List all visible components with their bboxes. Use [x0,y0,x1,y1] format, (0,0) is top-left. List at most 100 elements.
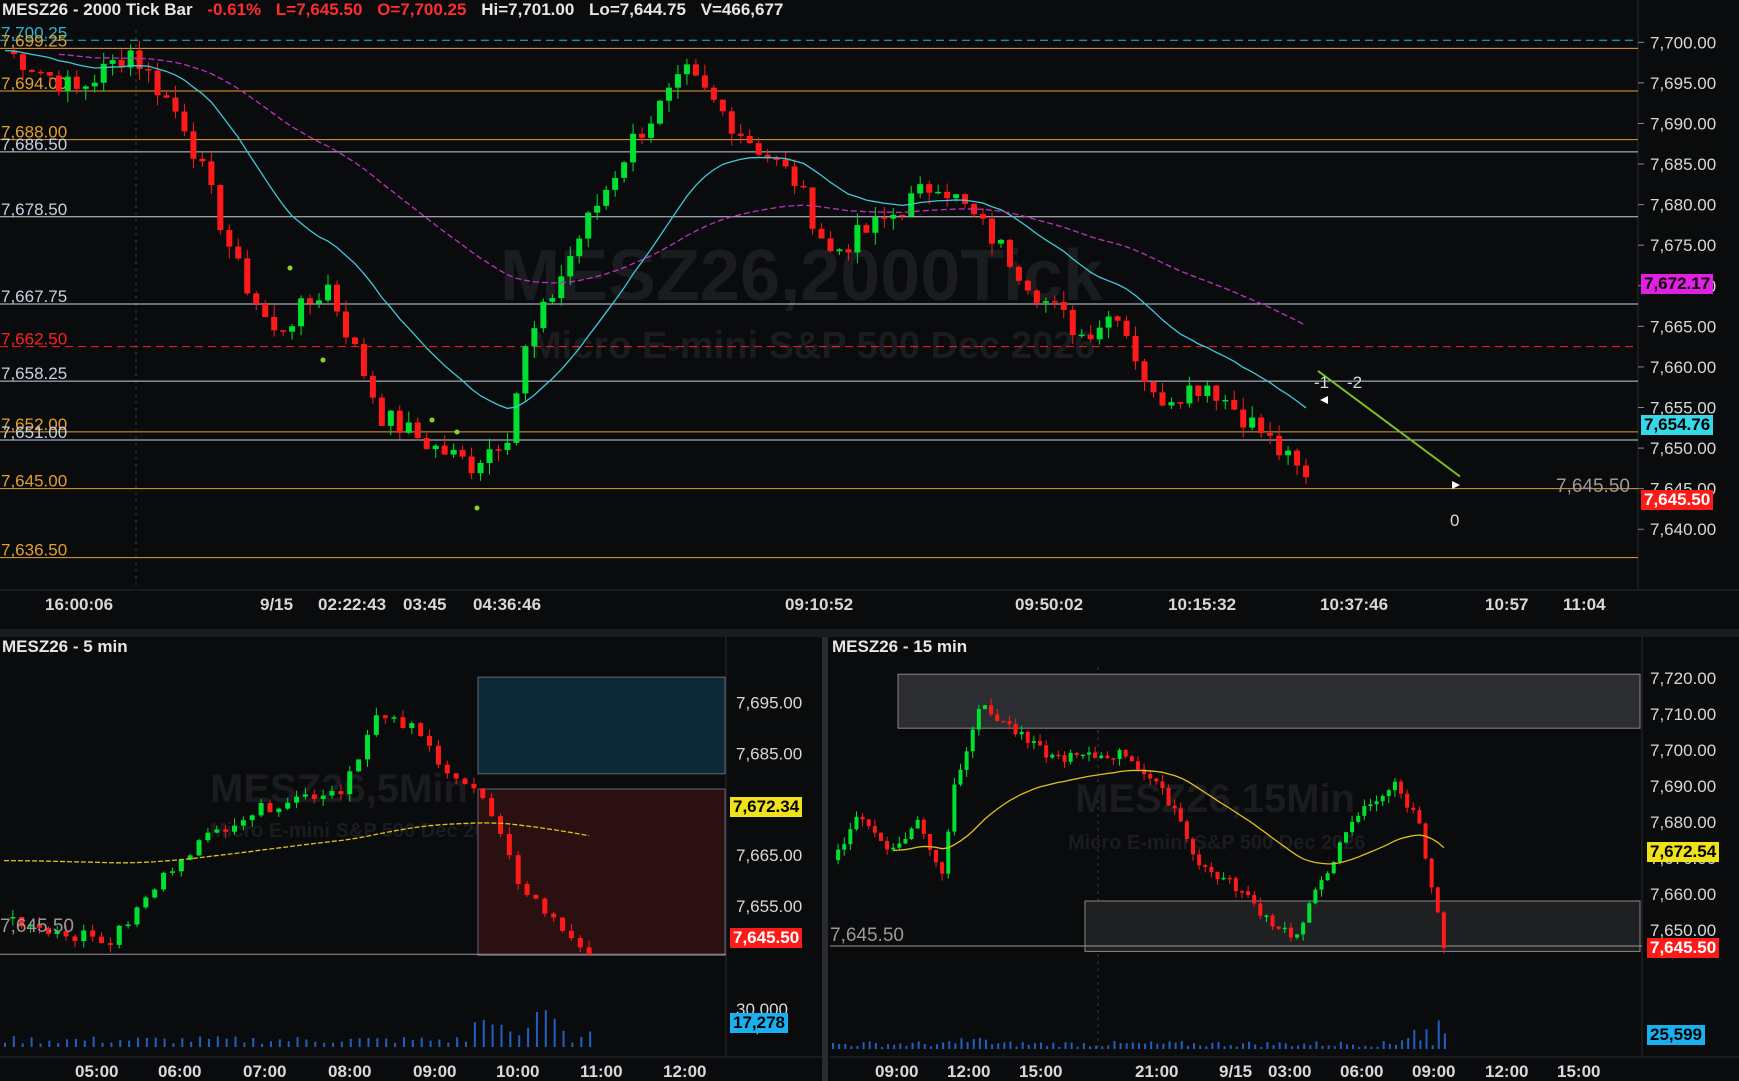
horizontal-divider[interactable] [0,629,1739,637]
five-min-watermark: MESZ26,5Min [210,767,468,811]
fifteen-min-volume-bar [1394,1044,1397,1049]
main-candle [432,445,439,450]
five-min-volume-bar [589,1031,592,1047]
fifteen-min-candle [1135,761,1140,770]
main-candle [172,97,179,112]
fifteen-min-volume-bar [911,1042,914,1049]
main-candle [657,100,663,124]
fifteen-min-volume-bar [1125,1043,1128,1049]
fifteen-min-candle [1258,903,1263,916]
five-min-volume-bar [562,1030,565,1047]
main-candle [1105,316,1112,328]
main-candle [926,184,933,193]
fifteen-min-candle [1031,741,1036,743]
main-candle [1186,385,1193,404]
fifteen-min-volume-bar [1052,1042,1055,1049]
five-min-candle [267,803,273,813]
five-min-volume-bar [66,1039,69,1047]
main-chart-canvas[interactable]: MESZ26,2000TickMicro E-mini S&P 500 Dec … [0,0,1739,612]
fifteen-min-volume-bar [1419,1040,1422,1049]
fifteen-min-volume-bar [1101,1046,1104,1049]
main-candle [719,99,726,112]
fifteen-min-volume-bar [1131,1042,1134,1049]
five-min-volume-bar [252,1037,255,1047]
main-candle [64,76,71,92]
fifteen-min-volume-bar [1358,1046,1361,1049]
five-min-volume-bar [429,1040,432,1047]
five-min-volume-bar [136,1037,139,1047]
five-min-candle [205,832,211,841]
five-min-time-label: 05:00 [75,1062,118,1081]
fifteen-min-volume-bar [1082,1043,1085,1049]
five-min-candle [524,884,530,895]
fifteen-min-chart-canvas[interactable]: MESZ26,15MinMicro E-mini S&P 500 Dec 202… [830,637,1739,1081]
fifteen-min-chart-panel[interactable]: MESZ26,15Min Micro E-mini S&P 500 Dec 202… [830,637,1739,1081]
fifteen-min-volume-bar [954,1043,957,1049]
fifteen-min-candle [1117,749,1122,759]
fifteen-min-volume-bar [905,1045,908,1049]
main-candle [1114,316,1121,321]
fifteen-min-candle [1301,922,1306,935]
main-candle [477,462,484,474]
main-candle [854,225,861,253]
price-axis-label: 7,650.00 [1650,439,1716,458]
fifteen-min-volume-bar [1033,1043,1036,1049]
main-volume: V=466,677 [700,0,784,19]
panel-divider[interactable] [822,637,828,1081]
fifteen-min-watermark-sub: Micro E-mini S&P 500 Dec 2026 [1068,832,1366,854]
fifteen-min-candle [1368,804,1373,807]
five-min-volume-bar [243,1042,246,1047]
five-min-chart-panel[interactable]: MESZ26,5Min Micro E-mini S&P 500 Dec 2026… [0,637,822,1081]
main-candle [1024,280,1031,291]
five-min-candle [249,815,255,821]
fifteen-min-volume-bar [1021,1042,1024,1049]
main-candle [28,69,35,72]
main-candle [944,191,951,199]
fifteen-min-time-label: 06:00 [1340,1062,1383,1081]
main-chart-panel[interactable]: MESZ26,2000Tick Micro E-mini S&P 500 Dec … [0,0,1739,612]
five-min-candle [551,913,557,918]
five-min-volume-bar [358,1038,361,1047]
fifteen-min-candle [903,839,908,844]
five-min-candle [134,907,140,925]
main-candle [872,217,879,233]
fifteen-min-candle [1325,873,1330,881]
main-candle [585,212,592,239]
price-level-label: 7,658.25 [1,364,67,383]
fifteen-min-volume-bar [1388,1043,1391,1049]
main-candle [594,205,601,213]
fifteen-min-volume-bar [1315,1041,1318,1049]
main-candle [980,214,987,219]
main-candle [692,64,699,76]
main-last: L=7,645.50 [275,0,363,19]
five-min-volume-bar [287,1041,290,1047]
fifteen-min-candle [934,849,939,863]
main-candle [1015,266,1022,281]
main-candle [235,246,242,259]
main-candle [630,133,637,163]
five-min-volume-bar [385,1038,388,1047]
main-candle [244,258,251,294]
main-candle [163,95,170,98]
main-candle [504,442,511,450]
five-min-candle [560,917,566,931]
five-min-volume-bar [473,1022,476,1047]
five-min-candle [161,872,167,890]
main-candle [1303,465,1310,478]
fifteen-min-volume-bar [1278,1042,1281,1049]
fifteen-min-candle [1411,807,1416,811]
fifteen-min-volume-bar [1040,1042,1043,1049]
main-candle [262,303,269,318]
fifteen-min-candle [1038,741,1043,746]
fifteen-min-volume-bar [1241,1043,1244,1049]
five-min-volume-bar [83,1040,86,1047]
five-min-candle [285,802,291,809]
five-min-chart-canvas[interactable]: MESZ26,5Min Micro E-mini S&P 500 Dec 2026… [0,637,822,1081]
five-min-volume-bar [154,1037,157,1047]
fifteen-min-candle [1093,752,1098,759]
main-candle [540,301,547,329]
main-candle [405,422,412,433]
fifteen-min-volume-bar [1352,1044,1355,1049]
main-candle [746,135,753,144]
fifteen-min-volume-bar [1150,1041,1153,1049]
